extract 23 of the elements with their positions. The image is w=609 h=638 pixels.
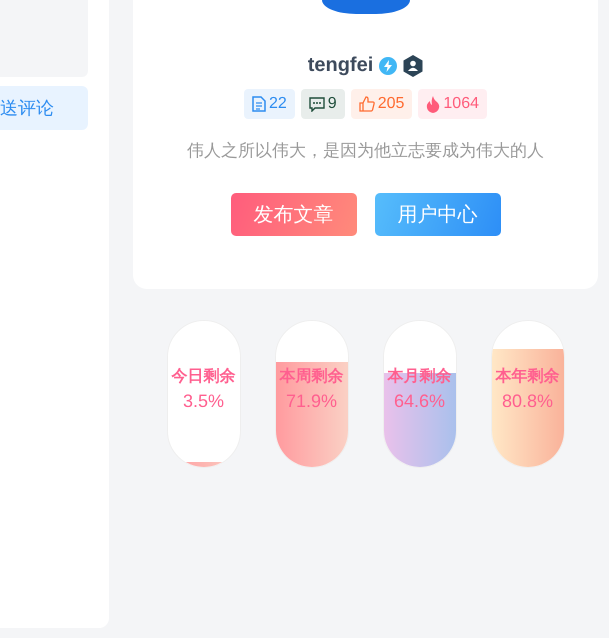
stat-badge: 1064 bbox=[418, 89, 487, 119]
user-name: tengfei bbox=[308, 54, 374, 77]
lightning-icon bbox=[379, 56, 398, 74]
user-hexagon-icon bbox=[403, 54, 424, 76]
thumbs-up-icon bbox=[358, 96, 375, 112]
progress-label: 今日剩余 bbox=[172, 366, 236, 387]
chat-icon bbox=[308, 96, 325, 112]
stat-badge: 9 bbox=[300, 89, 345, 119]
action-button[interactable]: 用户中心 bbox=[374, 193, 500, 236]
flame-icon bbox=[426, 96, 440, 112]
progress-reading: 3.5% bbox=[182, 391, 224, 412]
stat-badge: 205 bbox=[350, 89, 412, 119]
progress-label: 本周剩余 bbox=[280, 366, 344, 387]
document-icon bbox=[252, 96, 266, 112]
send-comment-button[interactable]: 送评论 bbox=[0, 86, 88, 130]
progress-label: 本月剩余 bbox=[388, 366, 452, 387]
progress-reading: 71.9% bbox=[286, 391, 338, 412]
progress-reading: 80.8% bbox=[502, 391, 554, 412]
progress-reading: 64.6% bbox=[394, 391, 446, 412]
stat-badge: 22 bbox=[244, 89, 295, 119]
progress-label: 本年剩余 bbox=[496, 366, 560, 387]
action-button[interactable]: 发布文章 bbox=[230, 193, 356, 236]
quote-text: 伟人之所以伟大，是因为他立志要成为伟大的人 bbox=[187, 140, 544, 162]
